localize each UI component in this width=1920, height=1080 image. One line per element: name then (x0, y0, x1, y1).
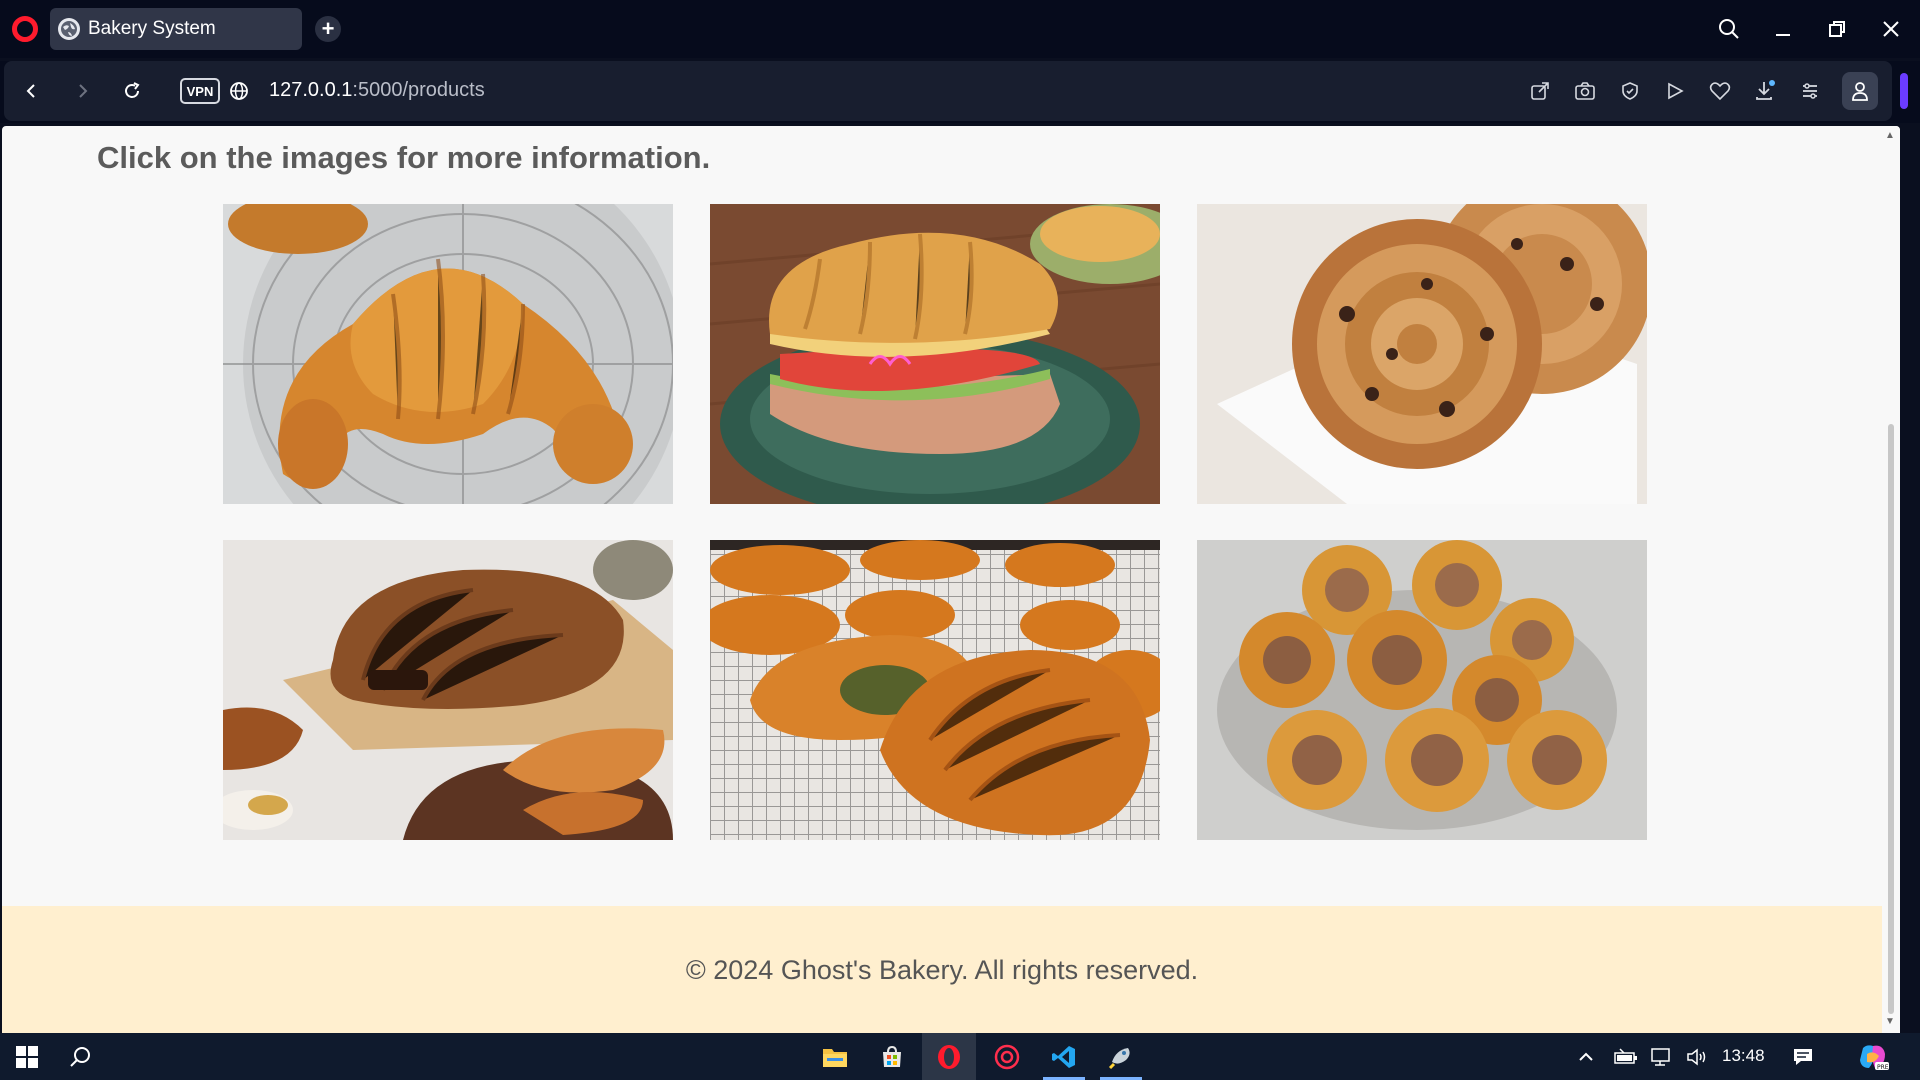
new-tab-button[interactable]: + (315, 16, 341, 42)
scroll-down-icon[interactable]: ▼ (1885, 1016, 1895, 1027)
sidebar-accent (1900, 73, 1908, 109)
vscode-icon[interactable] (1037, 1033, 1091, 1080)
easy-setup-menu-icon[interactable] (1795, 76, 1825, 106)
croissant-image[interactable] (223, 204, 673, 504)
page-footer: © 2024 Ghost's Bakery. All rights reserv… (2, 906, 1882, 1033)
scrollbar-thumb[interactable] (1888, 424, 1894, 1014)
share-icon[interactable] (1525, 76, 1555, 106)
url-host: 127.0.0.1 (269, 79, 353, 101)
opera-gx-icon[interactable] (980, 1033, 1034, 1080)
toolbar-panel: VPN 127.0.0.1:5000/products (4, 61, 1892, 121)
scroll-up-icon[interactable]: ▲ (1885, 130, 1895, 141)
download-icon[interactable] (1750, 76, 1780, 106)
pistachio-pastry-image[interactable] (710, 540, 1160, 840)
search-tabs-icon[interactable] (1714, 14, 1744, 44)
pain-aux-raisins-image[interactable] (1197, 204, 1647, 504)
forward-button[interactable] (68, 76, 98, 106)
back-button[interactable] (16, 76, 46, 106)
sausage-rolls-image[interactable] (1197, 540, 1647, 840)
vpn-badge[interactable]: VPN (180, 78, 220, 104)
heart-icon[interactable] (1705, 76, 1735, 106)
notifications-icon[interactable] (1781, 1033, 1825, 1080)
browser-title-bar: Bakery System + (0, 0, 1920, 58)
windows-taskbar: 13:48 PRE (0, 1033, 1920, 1080)
taskbar-clock[interactable]: 13:48 (1722, 1046, 1765, 1066)
shield-icon[interactable] (1615, 76, 1645, 106)
product-grid (223, 204, 1647, 840)
globe-icon (58, 18, 80, 40)
tab-bakery-system[interactable]: Bakery System (50, 8, 302, 50)
reload-button[interactable] (117, 76, 147, 106)
address-bar[interactable]: 127.0.0.1:5000/products (269, 79, 485, 102)
network-icon[interactable] (1642, 1033, 1682, 1080)
opera-logo-icon[interactable] (12, 16, 38, 42)
file-explorer-icon[interactable] (808, 1033, 862, 1080)
close-window-button[interactable] (1876, 14, 1906, 44)
camera-icon[interactable] (1570, 76, 1600, 106)
site-info-globe-icon[interactable] (224, 76, 254, 106)
page-scrollbar[interactable]: ▲ ▼ (1882, 126, 1900, 1033)
microsoft-store-icon[interactable] (865, 1033, 919, 1080)
restore-button[interactable] (1822, 14, 1852, 44)
opera-taskbar-icon[interactable] (922, 1033, 976, 1080)
browser-toolbar: VPN 127.0.0.1:5000/products (0, 61, 1920, 123)
volume-icon[interactable] (1678, 1033, 1718, 1080)
minimize-button[interactable] (1768, 14, 1798, 44)
search-icon[interactable] (54, 1033, 108, 1080)
show-hidden-icons-chevron-up-icon[interactable] (1566, 1033, 1606, 1080)
copyright-text: © 2024 Ghost's Bakery. All rights reserv… (685, 955, 1199, 985)
flow-send-icon[interactable] (1660, 76, 1690, 106)
python-idle-icon[interactable] (1094, 1033, 1148, 1080)
copilot-icon[interactable]: PRE (1846, 1033, 1900, 1080)
url-path: :5000/products (352, 79, 485, 101)
svg-text:PRE: PRE (1877, 1064, 1889, 1071)
tab-title: Bakery System (88, 18, 216, 39)
pain-au-chocolat-image[interactable] (223, 540, 673, 840)
profile-button[interactable] (1842, 72, 1878, 110)
battery-icon[interactable] (1606, 1033, 1646, 1080)
croissant-sandwich-image[interactable] (710, 204, 1160, 504)
page-viewport: Click on the images for more information… (2, 126, 1900, 1033)
page-heading: Click on the images for more information… (97, 140, 711, 175)
start-button[interactable] (0, 1033, 54, 1080)
